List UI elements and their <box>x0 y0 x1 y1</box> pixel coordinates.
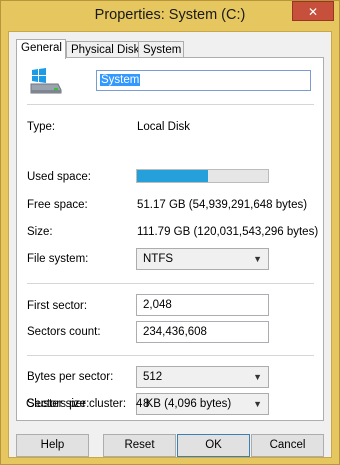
reset-button[interactable]: Reset <box>103 434 176 457</box>
bytes-per-sector-value: 512 <box>143 371 163 383</box>
close-button[interactable]: ✕ <box>292 1 334 21</box>
tab-general[interactable]: General <box>16 39 66 59</box>
sectors-count-label: Sectors count: <box>27 326 101 338</box>
tab-physical-disk[interactable]: Physical Disk <box>66 41 140 58</box>
type-value: Local Disk <box>137 121 191 133</box>
chevron-down-icon: ▼ <box>253 372 262 382</box>
free-space-value: 51.17 GB (54,939,291,648 bytes) <box>137 199 308 211</box>
size-value: 111.79 GB (120,031,543,296 bytes) <box>137 226 319 238</box>
separator <box>27 355 314 356</box>
ok-button[interactable]: OK <box>177 434 250 457</box>
first-sector-label: First sector: <box>27 300 88 312</box>
used-space-bar <box>136 169 269 183</box>
window-title: Properties: System (C:) <box>94 7 246 23</box>
file-system-value: NTFS <box>143 253 174 265</box>
bytes-per-sector-label: Bytes per sector: <box>27 371 114 383</box>
cancel-button[interactable]: Cancel <box>251 434 324 457</box>
drive-name-input[interactable]: System <box>96 70 311 91</box>
properties-window: Properties: System (C:) ✕ General Physic… <box>0 0 340 465</box>
cluster-size-label: Cluster size: <box>26 398 90 410</box>
chevron-down-icon: ▼ <box>253 399 262 409</box>
cluster-size-value: 4 KB (4,096 bytes) <box>136 398 232 410</box>
dialog-client: General Physical Disk System System Type… <box>8 31 332 458</box>
used-space-fill <box>137 170 208 182</box>
drive-icon <box>30 68 62 94</box>
tab-system[interactable]: System <box>138 41 184 58</box>
separator <box>27 104 314 105</box>
file-system-select[interactable]: NTFS ▼ <box>136 248 269 270</box>
type-label: Type: <box>27 121 56 133</box>
file-system-label: File system: <box>27 253 89 265</box>
size-label: Size: <box>27 226 53 238</box>
sectors-count-input[interactable]: 234,436,608 <box>136 321 269 343</box>
used-space-label: Used space: <box>27 171 91 183</box>
separator <box>27 283 314 284</box>
title-bar[interactable]: Properties: System (C:) ✕ <box>1 1 339 31</box>
help-button[interactable]: Help <box>16 434 89 457</box>
chevron-down-icon: ▼ <box>253 254 262 264</box>
free-space-label: Free space: <box>27 199 88 211</box>
first-sector-input[interactable]: 2,048 <box>136 294 269 316</box>
general-panel: System Type: Local Disk Used space: Free… <box>16 57 324 421</box>
bytes-per-sector-select[interactable]: 512 ▼ <box>136 366 269 388</box>
